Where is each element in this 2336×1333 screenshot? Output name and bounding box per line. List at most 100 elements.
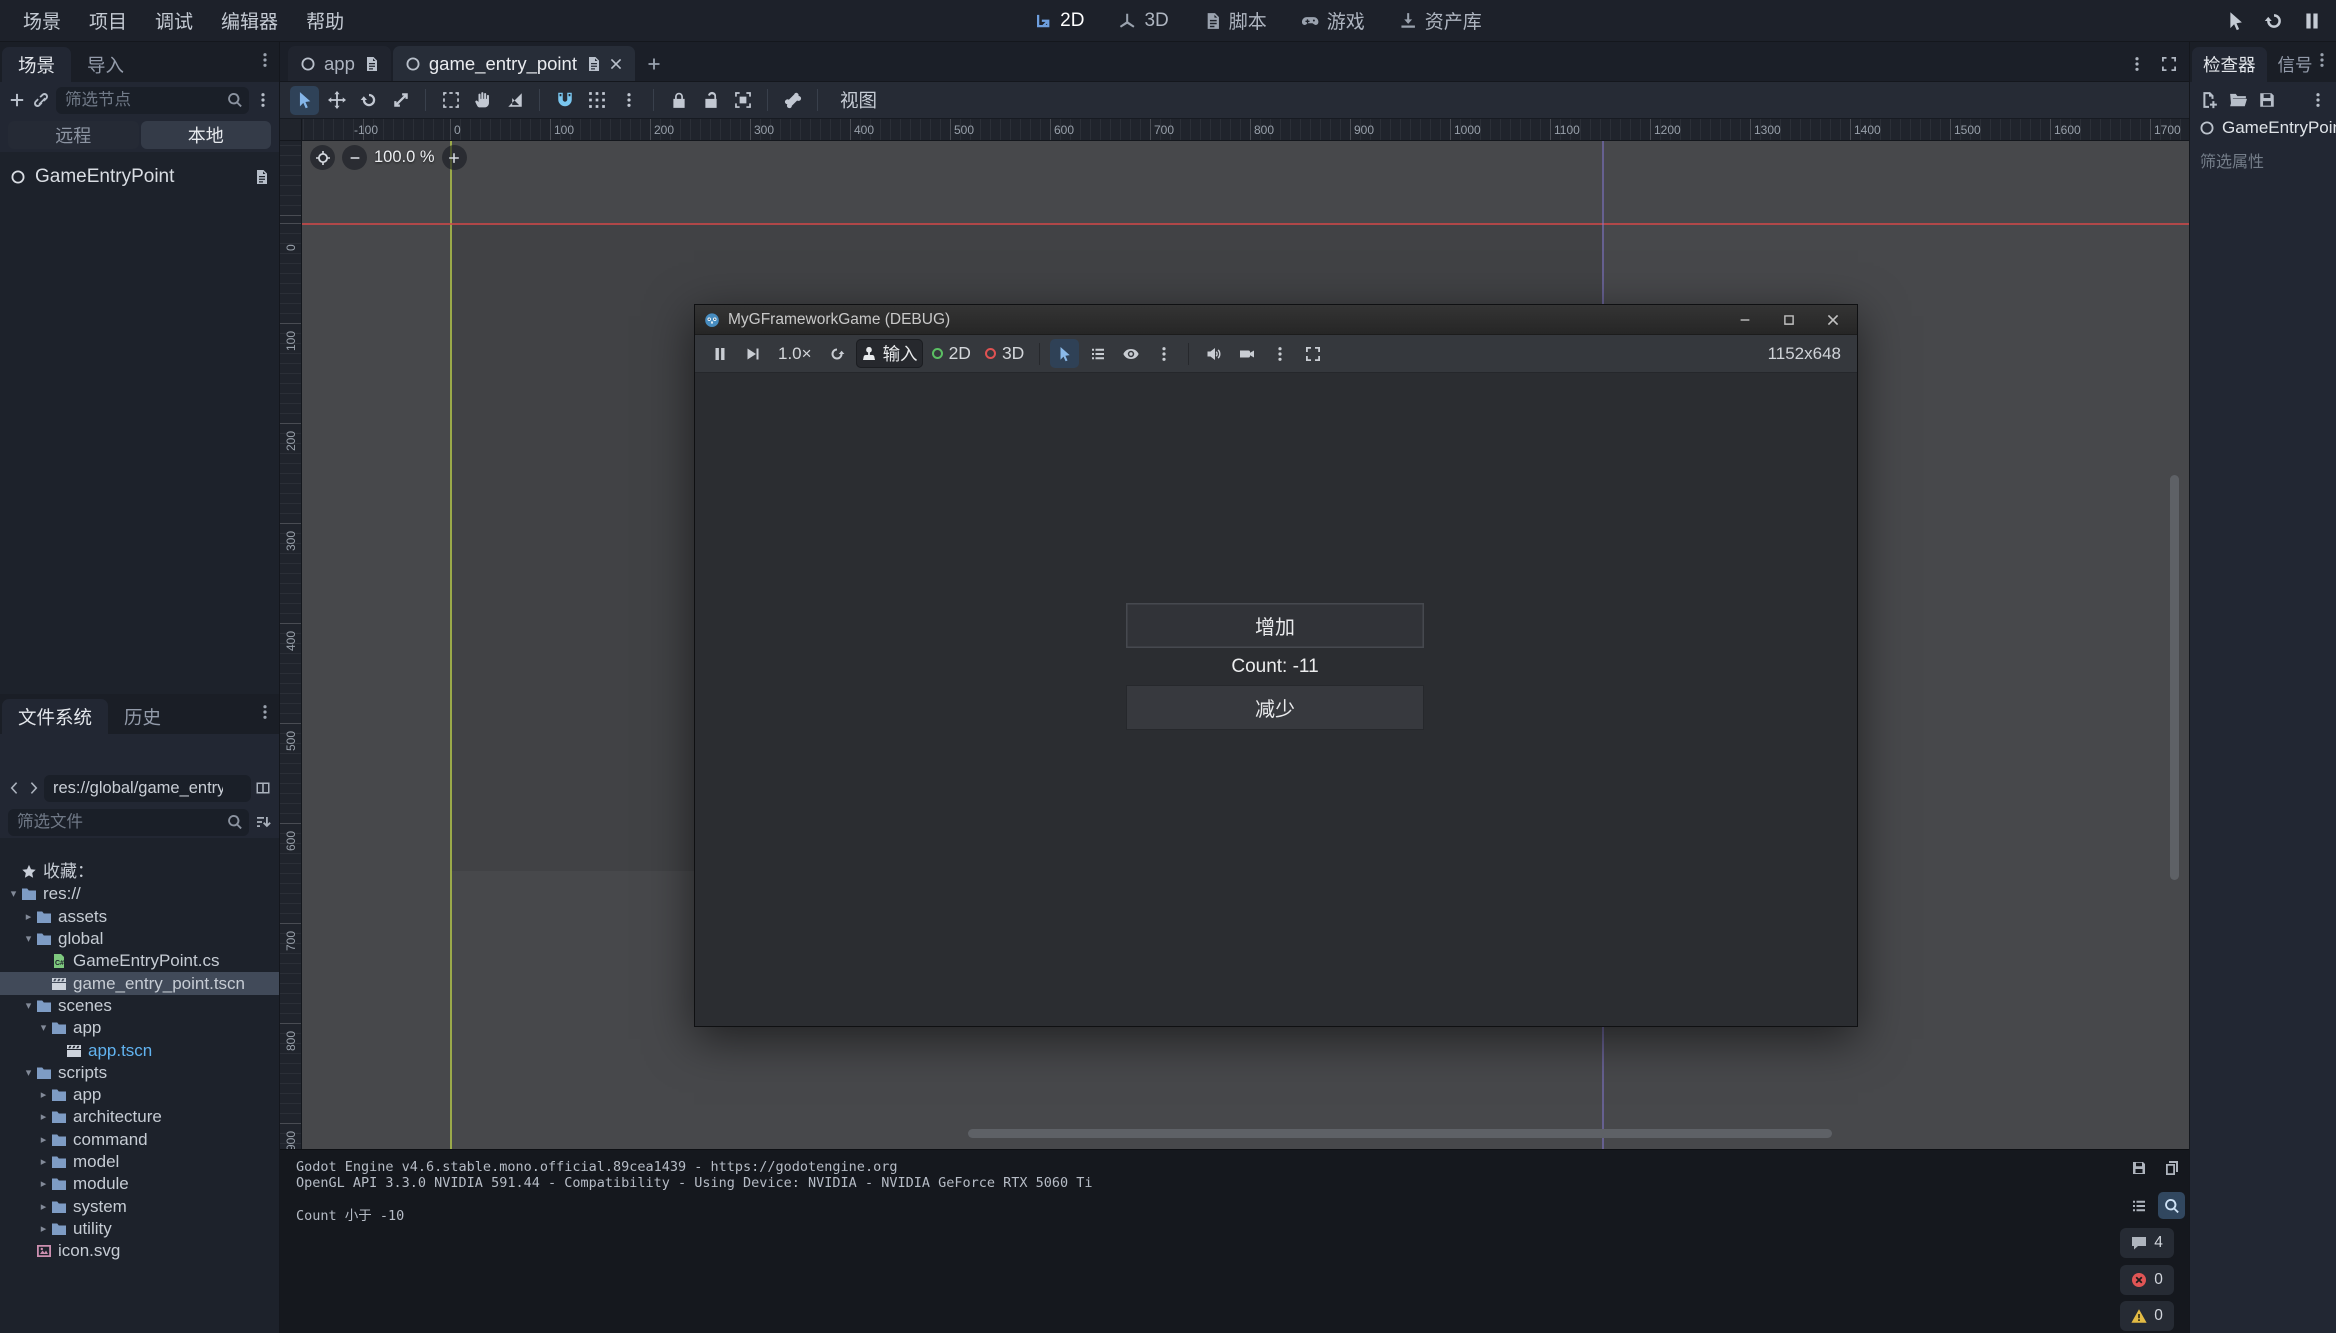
vertical-scrollbar[interactable] xyxy=(2170,475,2179,880)
menu-help[interactable]: 帮助 xyxy=(293,2,357,39)
chevron-down-icon[interactable]: ▾ xyxy=(36,1017,51,1039)
scale-tool-button[interactable] xyxy=(386,86,415,115)
select-tool-button[interactable] xyxy=(290,86,319,115)
back-icon[interactable] xyxy=(8,781,22,795)
instance-scene-icon[interactable] xyxy=(32,91,50,109)
tab-scene[interactable]: 场景 xyxy=(2,47,71,82)
zoom-level[interactable]: 100.0 % xyxy=(374,148,435,167)
smart-snap-button[interactable] xyxy=(550,86,579,115)
mute-audio-button[interactable] xyxy=(1199,339,1228,368)
attached-script-icon[interactable] xyxy=(253,169,269,185)
warnings-filter-badge[interactable]: 0 xyxy=(2120,1301,2174,1331)
embed-fullscreen-button[interactable] xyxy=(1298,339,1327,368)
decrease-button[interactable]: 减少 xyxy=(1126,685,1424,730)
expand-icon[interactable] xyxy=(2161,56,2177,72)
dots-menu-icon[interactable] xyxy=(257,704,273,720)
chevron-right-icon[interactable]: ▸ xyxy=(36,1084,51,1106)
suspend-button[interactable] xyxy=(705,339,734,368)
remote-button[interactable]: 远程 xyxy=(8,121,139,149)
fs-item-scenes[interactable]: ▾scenes xyxy=(0,995,279,1017)
maximize-icon[interactable] xyxy=(1782,313,1796,327)
cursor-icon[interactable] xyxy=(2226,11,2246,31)
unlock-button[interactable] xyxy=(696,86,725,115)
input-mode-button[interactable]: 输入 xyxy=(856,339,923,368)
chevron-right-icon[interactable]: ▸ xyxy=(36,1218,51,1240)
chevron-down-icon[interactable]: ▾ xyxy=(21,995,36,1017)
dots-menu-icon[interactable] xyxy=(255,92,271,108)
minimize-icon[interactable] xyxy=(1738,313,1752,327)
search-log-button[interactable] xyxy=(2158,1192,2185,1219)
node-list-button[interactable] xyxy=(1083,339,1112,368)
camera-options-button[interactable] xyxy=(1265,339,1294,368)
scene-tree-root-node[interactable]: GameEntryPoint xyxy=(0,162,279,192)
2d-viewport[interactable]: 100.0 % MyGFrameworkGame (DEBUG) 1.0× xyxy=(302,141,2189,1149)
main-screen-2d[interactable]: 2D xyxy=(1021,5,1097,37)
pan-tool-button[interactable] xyxy=(468,86,497,115)
mode-3d-button[interactable]: 3D xyxy=(980,339,1029,368)
fs-item-app.tscn[interactable]: app.tscn xyxy=(0,1039,279,1061)
menu-project[interactable]: 项目 xyxy=(76,2,140,39)
fs-item-[interactable]: 收藏： xyxy=(0,861,279,883)
chevron-down-icon[interactable]: ▾ xyxy=(6,883,21,905)
local-button[interactable]: 本地 xyxy=(141,121,272,149)
fs-item-architecture[interactable]: ▸architecture xyxy=(0,1106,279,1128)
center-view-button[interactable] xyxy=(310,145,335,170)
fs-item-app[interactable]: ▾app xyxy=(0,1017,279,1039)
forward-icon[interactable] xyxy=(26,781,40,795)
filter-files-field[interactable] xyxy=(8,809,249,836)
chevron-right-icon[interactable]: ▸ xyxy=(21,906,36,928)
fs-item-assets[interactable]: ▸assets xyxy=(0,906,279,928)
scene-tab-app[interactable]: app xyxy=(288,46,391,81)
fs-item-utility[interactable]: ▸utility xyxy=(0,1218,279,1240)
filter-nodes-field[interactable] xyxy=(56,87,249,114)
dots-menu-icon[interactable] xyxy=(2129,56,2145,72)
new-resource-icon[interactable] xyxy=(2200,91,2218,109)
fs-item-game_entry_point.tscn[interactable]: game_entry_point.tscn xyxy=(0,972,279,994)
fs-item-res[interactable]: ▾res:// xyxy=(0,883,279,905)
zoom-in-button[interactable] xyxy=(442,145,467,170)
copy-log-button[interactable] xyxy=(2158,1154,2185,1181)
tab-import[interactable]: 导入 xyxy=(71,47,140,82)
fs-item-command[interactable]: ▸command xyxy=(0,1129,279,1151)
reload-icon[interactable] xyxy=(2264,11,2284,31)
script-icon[interactable] xyxy=(363,56,379,72)
main-screen-assetlib[interactable]: 资产库 xyxy=(1386,2,1495,39)
horizontal-scrollbar[interactable] xyxy=(968,1129,1832,1138)
playback-speed[interactable]: 1.0× xyxy=(771,344,819,364)
restart-button[interactable] xyxy=(823,339,852,368)
ruler-tool-button[interactable] xyxy=(500,86,529,115)
dots-menu-icon[interactable] xyxy=(2310,92,2326,108)
grid-snap-button[interactable] xyxy=(582,86,611,115)
inspected-node-row[interactable]: GameEntryPoint... xyxy=(2190,115,2336,141)
visibility-button[interactable] xyxy=(1116,339,1145,368)
menu-editor[interactable]: 编辑器 xyxy=(208,2,291,39)
save-log-button[interactable] xyxy=(2125,1154,2152,1181)
chevron-right-icon[interactable]: ▸ xyxy=(36,1173,51,1195)
chevron-right-icon[interactable]: ▸ xyxy=(36,1151,51,1173)
load-resource-icon[interactable] xyxy=(2229,91,2247,109)
fs-item-scripts[interactable]: ▾scripts xyxy=(0,1062,279,1084)
filesystem-tree[interactable]: 收藏：▾res://▸assets▾globalGameEntryPoint.c… xyxy=(0,838,279,1333)
chevron-right-icon[interactable]: ▸ xyxy=(36,1106,51,1128)
game-window-titlebar[interactable]: MyGFrameworkGame (DEBUG) xyxy=(695,305,1857,335)
main-screen-3d[interactable]: 3D xyxy=(1105,5,1181,37)
mode-2d-button[interactable]: 2D xyxy=(927,339,976,368)
fs-item-app[interactable]: ▸app xyxy=(0,1084,279,1106)
chevron-right-icon[interactable]: ▸ xyxy=(36,1196,51,1218)
collapse-duplicates-button[interactable] xyxy=(2125,1192,2152,1219)
scene-tab-game-entry-point[interactable]: game_entry_point xyxy=(393,46,635,81)
select-rect-button[interactable] xyxy=(436,86,465,115)
split-view-icon[interactable] xyxy=(255,780,271,796)
dots-menu-icon[interactable] xyxy=(2314,52,2330,68)
sort-icon[interactable] xyxy=(255,814,271,830)
tab-inspector[interactable]: 检查器 xyxy=(2192,47,2267,82)
script-icon[interactable] xyxy=(585,56,601,72)
snap-options-button[interactable] xyxy=(614,86,643,115)
zoom-out-button[interactable] xyxy=(342,145,367,170)
increase-button[interactable]: 增加 xyxy=(1126,603,1424,648)
view-menu-button[interactable]: 视图 xyxy=(828,83,889,117)
close-icon[interactable] xyxy=(1826,313,1840,327)
errors-filter-badge[interactable]: 0 xyxy=(2120,1265,2174,1295)
skeleton-options-button[interactable] xyxy=(778,86,807,115)
fs-item-model[interactable]: ▸model xyxy=(0,1151,279,1173)
